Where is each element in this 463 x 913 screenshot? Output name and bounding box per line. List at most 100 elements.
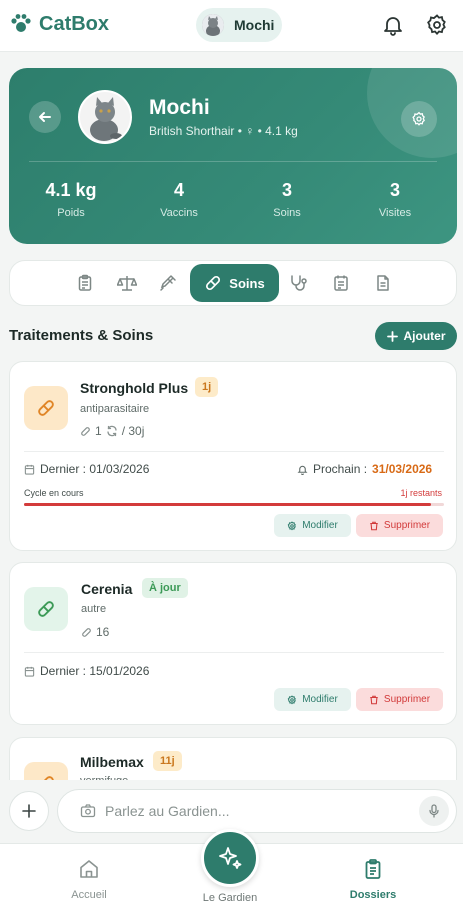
status-badge: 1j <box>195 377 219 397</box>
pet-settings-button[interactable] <box>401 101 437 137</box>
tab-calendar[interactable] <box>330 272 352 294</box>
stat-label: Poids <box>57 207 85 219</box>
last-date: Dernier : 01/03/2026 <box>24 462 149 476</box>
top-bar: CatBox Mochi <box>0 0 463 52</box>
pet-chip-name: Mochi <box>234 17 275 33</box>
stat-label: Soins <box>273 207 301 219</box>
bell-icon[interactable] <box>381 13 405 37</box>
delete-button[interactable]: Supprimer <box>356 514 443 537</box>
tab-overview[interactable] <box>74 272 96 294</box>
treatment-type-icon <box>24 386 68 430</box>
dose-count: 1 <box>95 424 102 438</box>
cycle-label: Cycle en cours <box>24 488 84 498</box>
calendar-icon <box>24 464 35 475</box>
treatment-type-icon <box>24 587 68 631</box>
treatment-type: autre <box>81 603 107 615</box>
edit-label: Modifier <box>302 520 338 531</box>
treatment-card[interactable]: Stronghold Plus 1j antiparasitaire 1 / 3… <box>9 361 457 551</box>
divider <box>29 161 437 162</box>
bell-small-icon <box>297 465 308 475</box>
pill-icon <box>206 275 221 291</box>
treatment-type: antiparasitaire <box>80 403 150 415</box>
cycle-progress-bar <box>24 503 444 506</box>
mic-button[interactable] <box>419 796 449 826</box>
edit-button[interactable]: Modifier <box>274 688 351 711</box>
tab-vaccines[interactable] <box>157 272 179 294</box>
repeat-icon <box>107 425 117 437</box>
chat-placeholder: Parlez au Gardien... <box>105 803 230 819</box>
clipboard-icon <box>365 859 381 879</box>
home-icon <box>80 860 98 878</box>
nav-guardian-button[interactable] <box>201 829 259 887</box>
stat-vaccines[interactable]: 4 Vaccins <box>125 180 233 219</box>
nav-home[interactable]: Accueil <box>49 858 129 901</box>
treatment-card[interactable]: Cerenia À jour autre 16 Dernier : 15/01/… <box>9 562 457 725</box>
pill-small-icon <box>82 627 91 637</box>
pet-photo <box>78 90 132 144</box>
section-tabs: Soins <box>9 260 457 306</box>
stat-value: 4 <box>173 180 184 200</box>
section-title: Traitements & Soins <box>9 327 154 344</box>
pill-icon <box>38 601 54 617</box>
sparkles-icon <box>219 847 242 869</box>
stat-value: 3 <box>281 180 292 200</box>
treatment-name: Stronghold Plus <box>80 380 189 396</box>
add-treatment-button[interactable]: Ajouter <box>375 322 457 350</box>
gear-icon[interactable] <box>425 13 449 37</box>
nav-files-label: Dossiers <box>349 889 397 901</box>
dose-count: 16 <box>96 625 110 639</box>
pet-switcher-chip[interactable]: Mochi <box>196 8 282 42</box>
pet-subtitle: British Shorthair • ♀ • 4.1 kg <box>149 124 298 138</box>
edit-label: Modifier <box>302 694 338 705</box>
trash-icon <box>370 695 378 704</box>
pet-profile-card: Mochi British Shorthair • ♀ • 4.1 kg 4.1… <box>9 68 457 244</box>
attach-button[interactable] <box>9 791 49 831</box>
stat-value: 3 <box>389 180 400 200</box>
microphone-icon <box>429 804 439 818</box>
stat-label: Visites <box>378 207 412 219</box>
plus-icon <box>22 804 36 818</box>
gear-icon <box>287 520 297 530</box>
last-date: Dernier : 15/01/2026 <box>24 664 149 678</box>
stat-weight[interactable]: 4.1 kg Poids <box>17 180 125 219</box>
nav-home-label: Accueil <box>71 889 107 901</box>
back-button[interactable] <box>29 101 61 133</box>
nav-files[interactable]: Dossiers <box>333 858 413 901</box>
stat-care[interactable]: 3 Soins <box>233 180 341 219</box>
next-date: Prochain : 31/03/2026 <box>297 462 432 476</box>
delete-label: Supprimer <box>383 520 431 531</box>
divider <box>24 652 444 653</box>
stat-visits[interactable]: 3 Visites <box>341 180 449 219</box>
tab-weight[interactable] <box>116 272 138 294</box>
paw-logo-icon <box>11 14 31 32</box>
clipboard-icon <box>78 274 92 291</box>
tab-vet[interactable] <box>288 272 310 294</box>
edit-button[interactable]: Modifier <box>274 514 351 537</box>
stethoscope-icon <box>291 275 307 291</box>
delete-label: Supprimer <box>383 694 431 705</box>
bottom-nav: Accueil Le Gardien Dossiers <box>0 829 463 913</box>
status-badge: 11j <box>153 751 182 771</box>
tab-care[interactable]: Soins <box>190 264 279 302</box>
gear-icon <box>412 111 425 126</box>
cycle-length: / 30j <box>121 424 145 438</box>
calendar-icon <box>24 666 35 677</box>
pet-avatar <box>202 14 224 36</box>
plus-icon <box>386 330 398 342</box>
calendar-icon <box>334 275 348 291</box>
days-remaining: 1j restants <box>400 488 442 498</box>
pet-name: Mochi <box>149 96 210 119</box>
brand[interactable]: CatBox <box>9 12 109 36</box>
stat-value: 4.1 kg <box>45 180 97 200</box>
tab-documents[interactable] <box>372 272 394 294</box>
next-date-label: Prochain : <box>313 462 368 476</box>
nav-guardian-label: Le Gardien <box>202 892 258 904</box>
status-badge: À jour <box>142 578 188 598</box>
stat-label: Vaccins <box>160 207 198 219</box>
chat-input[interactable]: Parlez au Gardien... <box>57 789 457 833</box>
last-date-text: Dernier : 15/01/2026 <box>40 664 150 678</box>
syringe-icon <box>160 275 176 291</box>
camera-icon[interactable] <box>80 803 96 819</box>
gear-icon <box>287 694 297 704</box>
delete-button[interactable]: Supprimer <box>356 688 443 711</box>
